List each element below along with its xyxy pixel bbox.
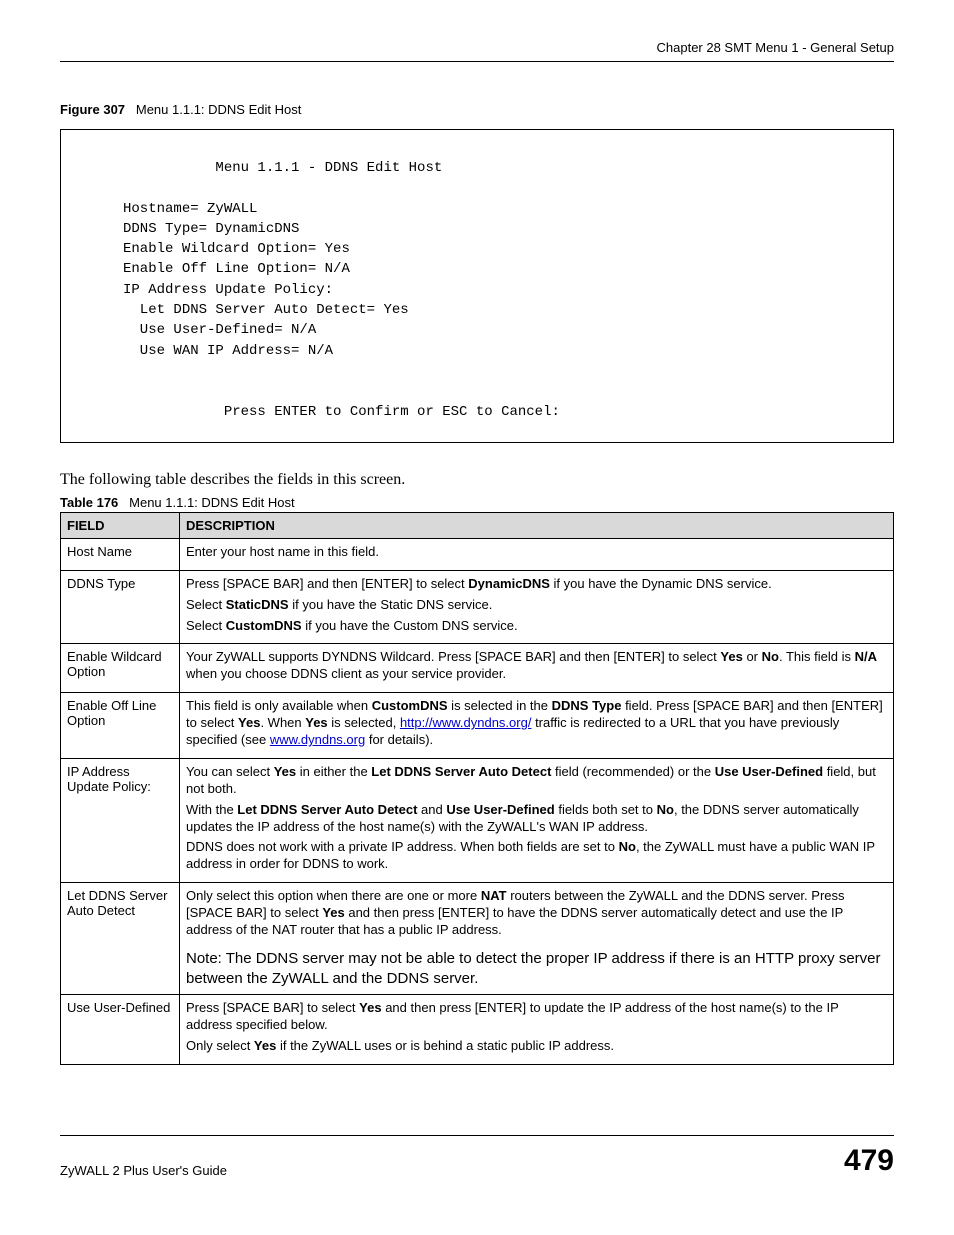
table-label: Table 176 — [60, 495, 118, 510]
intro-paragraph: The following table describes the fields… — [60, 471, 894, 489]
terminal-line: Use User-Defined= N/A — [81, 322, 316, 338]
field-desc: This field is only available when Custom… — [180, 693, 894, 759]
terminal-footer: Press ENTER to Confirm or ESC to Cancel: — [81, 404, 560, 420]
table-title: Menu 1.1.1: DDNS Edit Host — [129, 495, 294, 510]
figure-caption: Figure 307 Menu 1.1.1: DDNS Edit Host — [60, 102, 894, 117]
table-row: Let DDNS Server Auto Detect Only select … — [61, 883, 894, 995]
dyndns-link-short[interactable]: www.dyndns.org — [270, 732, 365, 747]
terminal-title: Menu 1.1.1 - DDNS Edit Host — [81, 160, 442, 176]
table-row: Enable Wildcard Option Your ZyWALL suppo… — [61, 644, 894, 693]
terminal-line: Enable Wildcard Option= Yes — [81, 241, 350, 257]
chapter-header: Chapter 28 SMT Menu 1 - General Setup — [60, 40, 894, 62]
field-name: Use User-Defined — [61, 995, 180, 1065]
table-header-row: FIELD DESCRIPTION — [61, 512, 894, 538]
field-name: Enable Off Line Option — [61, 693, 180, 759]
dyndns-link[interactable]: http://www.dyndns.org/ — [400, 715, 532, 730]
note-body: The DDNS server may not be able to detec… — [186, 950, 881, 987]
col-field: FIELD — [61, 512, 180, 538]
fields-table: FIELD DESCRIPTION Host Name Enter your h… — [60, 512, 894, 1065]
terminal-line: Enable Off Line Option= N/A — [81, 261, 350, 277]
col-description: DESCRIPTION — [180, 512, 894, 538]
figure-title: Menu 1.1.1: DDNS Edit Host — [136, 102, 301, 117]
field-name: Enable Wildcard Option — [61, 644, 180, 693]
table-caption: Table 176 Menu 1.1.1: DDNS Edit Host — [60, 495, 894, 510]
terminal-line: DDNS Type= DynamicDNS — [81, 221, 299, 237]
field-name: DDNS Type — [61, 570, 180, 644]
note-label: Note: — [186, 950, 226, 967]
page-number: 479 — [844, 1144, 894, 1178]
field-desc: Press [SPACE BAR] and then [ENTER] to se… — [180, 570, 894, 644]
terminal-screenshot: Menu 1.1.1 - DDNS Edit Host Hostname= Zy… — [60, 129, 894, 443]
table-row: DDNS Type Press [SPACE BAR] and then [EN… — [61, 570, 894, 644]
field-desc: Your ZyWALL supports DYNDNS Wildcard. Pr… — [180, 644, 894, 693]
field-desc: Only select this option when there are o… — [180, 883, 894, 995]
table-row: IP Address Update Policy: You can select… — [61, 758, 894, 882]
field-name: IP Address Update Policy: — [61, 758, 180, 882]
field-desc: Press [SPACE BAR] to select Yes and then… — [180, 995, 894, 1065]
field-desc: You can select Yes in either the Let DDN… — [180, 758, 894, 882]
field-desc: Enter your host name in this field. — [180, 538, 894, 570]
table-row: Host Name Enter your host name in this f… — [61, 538, 894, 570]
footer-guide-name: ZyWALL 2 Plus User's Guide — [60, 1163, 227, 1178]
terminal-line: IP Address Update Policy: — [81, 282, 333, 298]
note-block: Note: The DDNS server may not be able to… — [186, 949, 887, 990]
table-row: Use User-Defined Press [SPACE BAR] to se… — [61, 995, 894, 1065]
figure-label: Figure 307 — [60, 102, 125, 117]
terminal-line: Hostname= ZyWALL — [81, 201, 257, 217]
field-name: Let DDNS Server Auto Detect — [61, 883, 180, 995]
terminal-line: Let DDNS Server Auto Detect= Yes — [81, 302, 409, 318]
field-name: Host Name — [61, 538, 180, 570]
page-footer: ZyWALL 2 Plus User's Guide 479 — [60, 1135, 894, 1178]
terminal-line: Use WAN IP Address= N/A — [81, 343, 333, 359]
table-row: Enable Off Line Option This field is onl… — [61, 693, 894, 759]
